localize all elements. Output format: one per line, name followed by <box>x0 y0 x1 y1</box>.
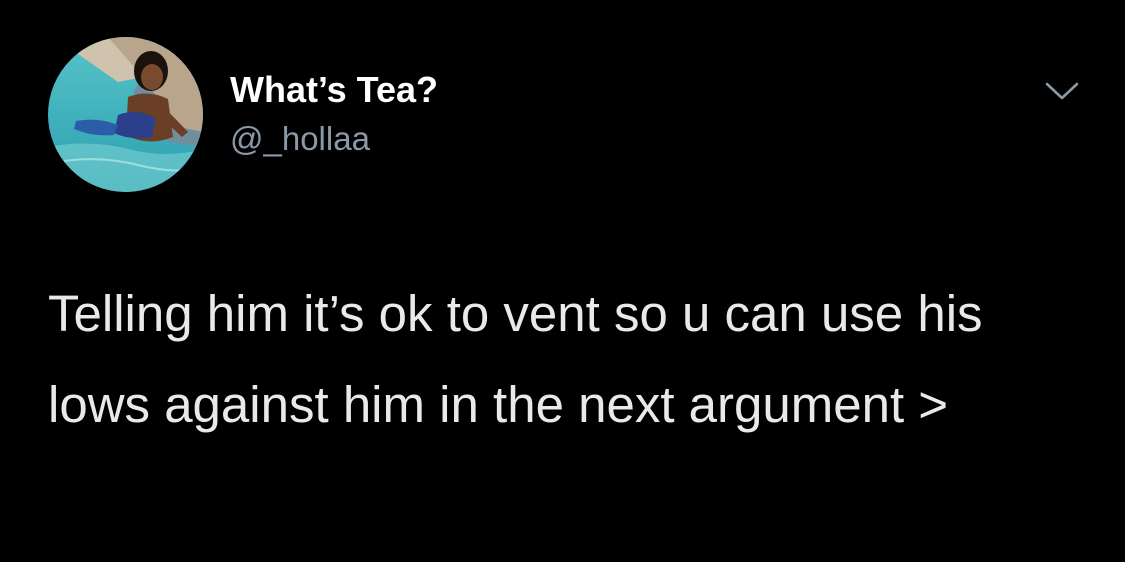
avatar-image <box>48 37 203 192</box>
tweet-card: What’s Tea? @_hollaa Telling him it’s ok… <box>0 0 1125 562</box>
tweet-text: Telling him it’s ok to vent so u can use… <box>48 285 983 433</box>
tweet-header: What’s Tea? @_hollaa <box>48 37 1088 193</box>
author-display-name[interactable]: What’s Tea? <box>230 70 438 110</box>
chevron-down-icon[interactable] <box>1042 77 1082 105</box>
author-names: What’s Tea? @_hollaa <box>230 70 438 158</box>
author-handle[interactable]: @_hollaa <box>230 120 438 158</box>
avatar[interactable] <box>48 37 203 192</box>
